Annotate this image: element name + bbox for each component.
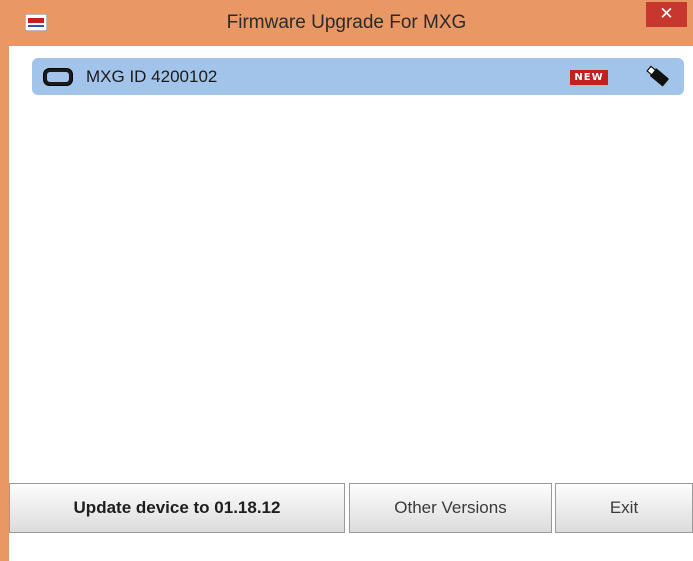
device-row[interactable]: MXG ID 4200102 NEW	[32, 58, 684, 95]
usb-icon	[644, 63, 674, 96]
update-device-button[interactable]: Update device to 01.18.12	[9, 483, 345, 533]
other-versions-button[interactable]: Other Versions	[349, 483, 552, 533]
close-icon: ✕	[659, 4, 674, 24]
window-content: MXG ID 4200102 NEW Update device to 01.1…	[9, 46, 693, 561]
firmware-upgrade-window: Firmware Upgrade For MXG ✕ MXG ID 420010…	[0, 0, 693, 561]
window-title: Firmware Upgrade For MXG	[226, 12, 467, 33]
bottom-strip	[9, 536, 693, 561]
close-button[interactable]: ✕	[646, 2, 687, 27]
device-label: MXG ID 4200102	[86, 67, 218, 86]
new-badge: NEW	[570, 70, 608, 85]
exit-button[interactable]: Exit	[555, 483, 693, 533]
device-list: MXG ID 4200102 NEW	[9, 46, 693, 471]
device-icon	[42, 67, 74, 92]
title-bar[interactable]: Firmware Upgrade For MXG ✕	[0, 0, 693, 46]
button-bar: Update device to 01.18.12 Other Versions…	[9, 483, 693, 534]
